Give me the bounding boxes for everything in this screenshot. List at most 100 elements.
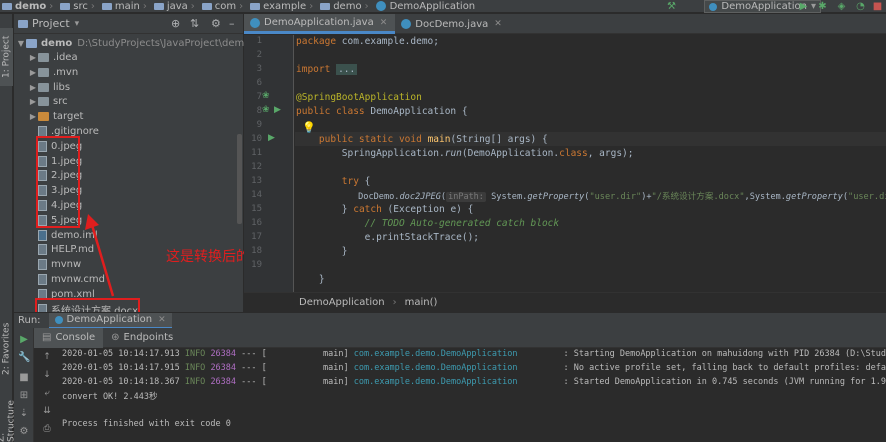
tab-label: DocDemo.java xyxy=(415,18,489,30)
code-token: } xyxy=(341,204,354,215)
line-number: 18 xyxy=(251,246,262,256)
line-number: 6 xyxy=(256,78,262,88)
log-lvl: INFO xyxy=(184,349,206,359)
chevron-right-icon: › xyxy=(392,297,397,308)
run-tab-label: DemoApplication xyxy=(66,314,153,325)
breadcrumb-class[interactable]: DemoApplication xyxy=(299,297,385,308)
editor-tab-bar: DemoApplication.java ✕ DocDemo.java ✕ xyxy=(244,14,886,34)
close-icon[interactable]: ✕ xyxy=(494,19,502,29)
console-log-line: 2020-01-05 10:14:18.367 INFO 26384 --- [… xyxy=(62,377,886,387)
line-number: 13 xyxy=(251,176,262,186)
log-logger: com.example.demo.DemoApplication xyxy=(353,349,518,359)
code-line-3: import ... xyxy=(296,64,358,75)
line-number: 7 xyxy=(256,92,262,102)
console-log-line: 2020-01-05 10:14:17.915 INFO 26384 --- [… xyxy=(62,363,886,373)
code-line-10: SpringApplication.run(DemoApplication.cl… xyxy=(296,148,634,159)
code-token: )+ xyxy=(641,192,652,202)
console-log-line: 2020-01-05 10:14:17.913 INFO 26384 --- [… xyxy=(62,349,886,359)
console-icon: ▤ xyxy=(42,332,52,343)
spring-bean-icon[interactable]: ❀ xyxy=(262,105,270,115)
line-number: 19 xyxy=(251,260,262,270)
run-gutter-icon[interactable]: ▶ xyxy=(268,133,275,143)
tab-console[interactable]: ▤ Console xyxy=(34,327,104,348)
stop-icon[interactable]: ■ xyxy=(18,372,30,384)
editor-gutter: 1 2 3 6 7 8 9 10 11 12 13 14 15 16 17 18 19 ❀ ❀ ▶ ▶ xyxy=(244,35,294,292)
code-line-7: public class DemoApplication { xyxy=(296,106,468,117)
code-token: } xyxy=(341,246,348,257)
code-token: "user.dir" xyxy=(848,192,886,202)
log-msg: : No active profile set, falling back to… xyxy=(517,363,886,373)
wrap-icon[interactable]: ⤶ xyxy=(42,388,52,398)
code-token: class xyxy=(559,148,588,159)
line-number: 9 xyxy=(256,120,262,130)
code-line-19: } xyxy=(296,274,325,285)
log-pid: 26384 xyxy=(210,363,237,373)
settings-icon[interactable]: ⚙ xyxy=(18,426,30,438)
code-token: catch xyxy=(353,204,382,215)
log-ts: 2020-01-05 10:14:18.367 xyxy=(62,377,180,387)
code-token: System. xyxy=(485,192,528,202)
breadcrumb-method[interactable]: main() xyxy=(405,297,438,308)
log-lvl: INFO xyxy=(184,363,206,373)
code-token: public static void xyxy=(318,134,422,145)
run-tab-demoapplication[interactable]: DemoApplication ✕ xyxy=(48,312,172,329)
code-token: (Exception e) { xyxy=(381,204,474,215)
code-token: @SpringBootApplication xyxy=(296,92,422,103)
code-token: DemoApplication { xyxy=(364,106,468,117)
close-icon[interactable]: ✕ xyxy=(158,315,166,325)
log-mid: --- [ main] xyxy=(236,377,354,387)
log-pid: 26384 xyxy=(210,349,237,359)
run-gutter-icon[interactable]: ▶ xyxy=(274,105,281,115)
line-number: 16 xyxy=(251,218,262,228)
log-lvl: INFO xyxy=(184,377,206,387)
spring-bean-icon[interactable]: ❀ xyxy=(262,91,270,101)
arrow-up-icon[interactable]: ↑ xyxy=(42,352,52,362)
line-number: 1 xyxy=(256,36,262,46)
class-icon xyxy=(401,19,412,29)
layout-icon[interactable]: ⊞ xyxy=(18,390,30,402)
code-line-14: } catch (Exception e) { xyxy=(296,204,474,215)
filter-icon[interactable]: ⇣ xyxy=(18,408,30,420)
code-token: com.example.demo; xyxy=(336,36,439,47)
code-line-6: @SpringBootApplication xyxy=(296,92,422,103)
line-number: 15 xyxy=(251,204,262,214)
parameter-hint: inPath: xyxy=(446,192,486,202)
wrench-icon[interactable]: 🔧 xyxy=(18,352,30,364)
console-output[interactable]: ↑ ↓ ⤶ ⇊ ⎙ 2020-01-05 10:14:17.913 INFO 2… xyxy=(35,348,886,442)
code-token: } xyxy=(318,274,325,285)
log-mid: --- [ main] xyxy=(236,349,354,359)
log-ts: 2020-01-05 10:14:17.915 xyxy=(62,363,180,373)
run-panel-header: Run: DemoApplication ✕ xyxy=(14,312,886,329)
run-toolbar: ▶ 🔧 ■ ⊞ ⇣ ⚙ xyxy=(14,328,34,442)
code-line-12: try { xyxy=(296,176,371,187)
tab-docdemo[interactable]: DocDemo.java ✕ xyxy=(395,14,510,34)
close-icon[interactable]: ✕ xyxy=(380,18,388,28)
print-icon[interactable]: ⎙ xyxy=(42,424,52,434)
tab-label: Endpoints xyxy=(123,332,174,343)
code-token: ,System. xyxy=(744,192,786,202)
code-token: DocDemo. xyxy=(358,192,400,202)
code-token: "user.dir" xyxy=(589,192,642,202)
tab-endpoints[interactable]: ⊛ Endpoints xyxy=(103,328,181,348)
code-token: getProperty xyxy=(785,192,843,202)
code-token: package xyxy=(296,36,337,47)
line-number: 17 xyxy=(251,232,262,242)
run-label: Run: xyxy=(18,315,41,326)
code-token: public class xyxy=(296,106,365,117)
endpoints-icon: ⊛ xyxy=(111,332,120,343)
rerun-icon[interactable]: ▶ xyxy=(18,334,30,346)
folded-imports[interactable]: ... xyxy=(336,64,358,75)
arrow-down-icon[interactable]: ↓ xyxy=(42,370,52,380)
code-token: e.printStackTrace(); xyxy=(364,232,480,243)
code-token: "/系统设计方案.docx" xyxy=(651,192,745,202)
scroll-end-icon[interactable]: ⇊ xyxy=(42,406,52,416)
line-number: 3 xyxy=(256,64,262,74)
tab-demoapplication[interactable]: DemoApplication.java ✕ xyxy=(244,14,396,34)
log-logger: com.example.demo.DemoApplication xyxy=(353,377,518,387)
log-mid: --- [ main] xyxy=(236,363,354,373)
code-line-9: public static void main(String[] args) { xyxy=(296,134,548,145)
lightbulb-icon[interactable]: 💡 xyxy=(302,121,316,134)
code-editor[interactable]: 1 2 3 6 7 8 9 10 11 12 13 14 15 16 17 18 19 ❀ ❀ ▶ ▶ 💡 pa… xyxy=(244,35,886,292)
code-line-15: // TODO Auto-generated catch block xyxy=(296,218,559,229)
code-token: try xyxy=(341,176,359,187)
